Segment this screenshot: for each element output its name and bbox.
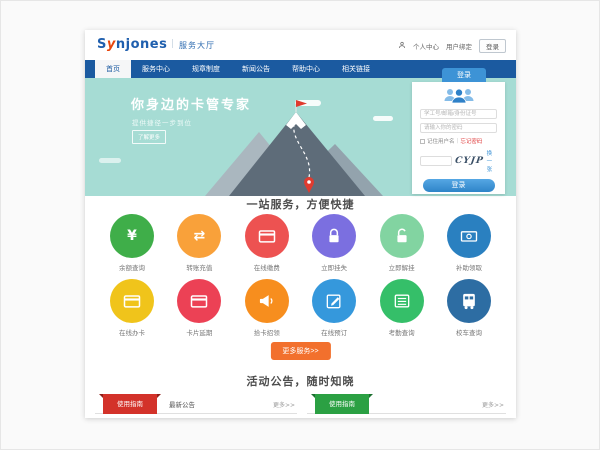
site-title: 服务大厅 xyxy=(179,40,215,51)
card-icon xyxy=(177,279,221,323)
list-icon xyxy=(380,279,424,323)
header-login-button[interactable]: 登录 xyxy=(479,39,506,53)
left-more-link[interactable]: 更多>> xyxy=(273,397,295,414)
right-ribbon-tab[interactable]: 使用指南 xyxy=(315,394,369,414)
lock-icon xyxy=(312,214,356,258)
forgot-password-link[interactable]: 忘记密码 xyxy=(460,137,482,145)
brand-logo[interactable]: Synjones xyxy=(97,37,167,52)
service-item-4[interactable]: 立即解挂 xyxy=(379,214,425,272)
user-binding-link[interactable]: 用户绑定 xyxy=(446,41,472,51)
left-second-tab[interactable]: 最新公告 xyxy=(169,397,195,414)
header-links: 个人中心 用户绑定 登录 xyxy=(398,39,506,53)
left-tabbar: 使用指南 最新公告 更多>> xyxy=(95,397,297,414)
service-label: 在线缴费 xyxy=(244,262,290,272)
right-more-link[interactable]: 更多>> xyxy=(482,397,504,414)
nav-item-0[interactable]: 首页 xyxy=(95,60,131,78)
captcha-row: CYJP 换一张 xyxy=(420,149,497,173)
nav-item-4[interactable]: 帮助中心 xyxy=(281,60,331,78)
cloud-shape xyxy=(99,158,121,163)
service-item-2[interactable]: 在线缴费 xyxy=(244,214,290,272)
remember-row: 记住用户名 | 忘记密码 xyxy=(420,137,497,145)
remember-label: 记住用户名 xyxy=(427,137,455,145)
personal-center-link[interactable]: 个人中心 xyxy=(413,41,439,51)
captcha-refresh-link[interactable]: 换一张 xyxy=(487,149,497,173)
bus-icon xyxy=(447,279,491,323)
service-item-1[interactable]: ⇄ 转账充值 xyxy=(176,214,222,272)
service-label: 拾卡招领 xyxy=(244,327,290,337)
nav-item-1[interactable]: 服务中心 xyxy=(131,60,181,78)
megaphone-icon xyxy=(245,279,289,323)
text-divider: | xyxy=(457,138,459,144)
edit-icon xyxy=(312,279,356,323)
site-header: Synjones | 服务大厅 个人中心 用户绑定 登录 xyxy=(85,30,516,60)
announcements-heading: 活动公告，随时知晓 xyxy=(85,373,516,389)
banknote-icon xyxy=(447,214,491,258)
service-label: 立即挂失 xyxy=(311,262,357,272)
service-item-3[interactable]: 立即挂失 xyxy=(311,214,357,272)
login-tab[interactable]: 登录 xyxy=(442,68,486,82)
service-item-6[interactable]: 在线办卡 xyxy=(109,279,155,337)
username-input[interactable] xyxy=(420,109,497,119)
nav-item-3[interactable]: 新闻公告 xyxy=(231,60,281,78)
service-item-11[interactable]: 校车查询 xyxy=(446,279,492,337)
services-row-2: 在线办卡 卡片延期 拾卡招领 在线预订 考勤查询 校车查询 xyxy=(85,279,516,337)
yen-icon: ¥ xyxy=(110,214,154,258)
hero-title: 你身边的卡管专家 xyxy=(131,94,251,113)
announcements-right-column: 使用指南 更多>> xyxy=(307,394,506,414)
logo-text-rest: njones xyxy=(116,37,167,52)
card-icon xyxy=(245,214,289,258)
services-heading: 一站服务，方便快捷 xyxy=(85,196,516,212)
remember-checkbox[interactable] xyxy=(420,139,425,144)
card-icon xyxy=(110,279,154,323)
service-label: 补助领取 xyxy=(446,262,492,272)
service-label: 校车查询 xyxy=(446,327,492,337)
logo-divider: | xyxy=(171,39,174,49)
service-item-8[interactable]: 拾卡招领 xyxy=(244,279,290,337)
nav-item-5[interactable]: 相关链接 xyxy=(331,60,381,78)
service-label: 立即解挂 xyxy=(379,262,425,272)
unlock-icon xyxy=(380,214,424,258)
service-label: 卡片延期 xyxy=(176,327,222,337)
service-item-7[interactable]: 卡片延期 xyxy=(176,279,222,337)
service-label: 在线办卡 xyxy=(109,327,155,337)
captcha-input[interactable] xyxy=(420,156,452,166)
logo-text: S xyxy=(97,37,107,52)
password-input[interactable] xyxy=(420,123,497,133)
services-row-1: ¥ 余额查询 ⇄ 转账充值 在线缴费 立即挂失 立即解挂 补助领取 xyxy=(85,214,516,272)
service-item-5[interactable]: 补助领取 xyxy=(446,214,492,272)
hero-subtitle: 提供捷径一步到位 xyxy=(132,117,192,127)
service-label: 在线预订 xyxy=(311,327,357,337)
logo-accent: y xyxy=(107,37,116,52)
screenshot-canvas: Synjones | 服务大厅 个人中心 用户绑定 登录 首页服务中心规章制度新… xyxy=(0,0,600,450)
nav-item-2[interactable]: 规章制度 xyxy=(181,60,231,78)
captcha-image[interactable]: CYJP xyxy=(454,156,484,166)
login-panel: 记住用户名 | 忘记密码 CYJP 换一张 登录 xyxy=(412,82,505,194)
service-item-9[interactable]: 在线预订 xyxy=(311,279,357,337)
right-tabbar: 使用指南 更多>> xyxy=(307,397,506,414)
service-label: 余额查询 xyxy=(109,262,155,272)
website-page: Synjones | 服务大厅 个人中心 用户绑定 登录 首页服务中心规章制度新… xyxy=(85,30,516,418)
service-item-10[interactable]: 考勤查询 xyxy=(379,279,425,337)
service-item-0[interactable]: ¥ 余额查询 xyxy=(109,214,155,272)
users-icon xyxy=(420,87,497,105)
service-label: 转账充值 xyxy=(176,262,222,272)
transfer-icon: ⇄ xyxy=(177,214,221,258)
login-submit-button[interactable]: 登录 xyxy=(423,179,495,192)
service-label: 考勤查询 xyxy=(379,327,425,337)
more-services-button[interactable]: 更多服务>> xyxy=(270,342,330,360)
announcements-left-column: 使用指南 最新公告 更多>> xyxy=(95,394,297,414)
person-icon xyxy=(398,41,406,51)
left-ribbon-tab[interactable]: 使用指南 xyxy=(103,394,157,414)
hero-cta-button[interactable]: 了解更多 xyxy=(132,130,166,144)
